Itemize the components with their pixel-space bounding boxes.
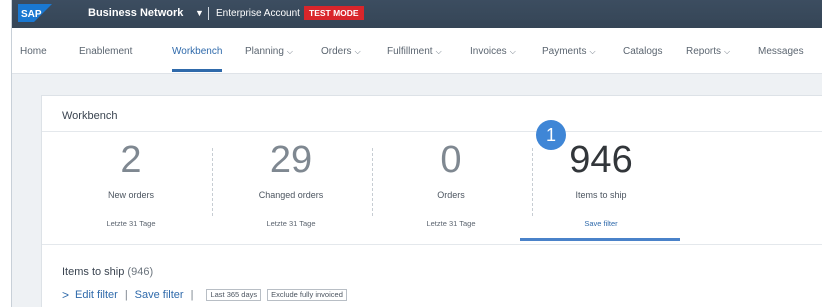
filter-chip-invoiced[interactable]: Exclude fully invoiced xyxy=(267,289,347,301)
tile-value: 0 xyxy=(440,139,462,181)
account-label: Enterprise Account xyxy=(216,8,300,19)
nav-home[interactable]: Home xyxy=(20,46,47,57)
chevron-down-icon: ⌵ xyxy=(509,47,516,56)
nav-label: Invoices xyxy=(470,46,507,57)
sap-logo[interactable]: SAP xyxy=(18,4,52,22)
callout-badge: 1 xyxy=(536,120,566,150)
workbench-card: Workbench 2 New orders Letzte 31 Tage 29… xyxy=(41,95,822,307)
card-divider xyxy=(42,244,822,245)
nav-workbench[interactable]: Workbench xyxy=(172,46,222,57)
save-filter-button[interactable]: Save filter xyxy=(135,289,184,301)
nav-enablement[interactable]: Enablement xyxy=(79,46,132,57)
nav-label: Orders xyxy=(321,46,352,57)
separator: | xyxy=(190,289,194,301)
tile-subtitle: Letzte 31 Tage xyxy=(106,219,156,228)
nav-label: Home xyxy=(20,46,47,57)
save-filter-link[interactable]: Save filter xyxy=(522,219,680,228)
nav-label: Enablement xyxy=(79,46,133,57)
nav-fulfillment[interactable]: Fulfillment ⌵ xyxy=(387,46,442,57)
test-mode-badge: TEST MODE xyxy=(304,6,364,20)
tile-new-orders[interactable]: 2 New orders Letzte 31 Tage xyxy=(52,138,210,236)
tile-label: New orders xyxy=(107,190,154,200)
edit-filter-link[interactable]: Edit filter xyxy=(75,289,118,301)
chevron-down-icon: ⌵ xyxy=(435,47,442,56)
chevron-down-icon: ⌵ xyxy=(286,47,293,56)
active-nav-indicator xyxy=(172,69,222,72)
tile-subtitle: Letzte 31 Tage xyxy=(266,219,316,228)
nav-invoices[interactable]: Invoices ⌵ xyxy=(470,46,516,57)
filter-row: > Edit filter | Save filter | Last 365 d… xyxy=(62,288,347,302)
card-title: Workbench xyxy=(62,110,118,122)
chevron-right-icon[interactable]: > xyxy=(62,288,69,302)
nav-planning[interactable]: Planning ⌵ xyxy=(245,46,293,57)
tile-items-to-ship[interactable]: 946 Items to ship Save filter xyxy=(522,138,680,236)
chevron-down-icon: ⌵ xyxy=(589,47,596,56)
tile-value: 2 xyxy=(120,139,142,181)
nav-label: Fulfillment xyxy=(387,46,433,57)
tile-changed-orders[interactable]: 29 Changed orders Letzte 31 Tage xyxy=(212,138,370,236)
nav-label: Workbench xyxy=(172,46,223,57)
shell-divider xyxy=(208,7,209,20)
nav-label: Catalogs xyxy=(623,46,663,57)
card-divider xyxy=(42,131,822,132)
app-window: SAP Business Network ▼ Enterprise Accoun… xyxy=(11,0,822,307)
nav-label: Reports xyxy=(686,46,722,57)
sap-logo-text: SAP xyxy=(21,9,42,20)
chevron-down-icon: ⌵ xyxy=(724,47,731,56)
chevron-down-icon: ⌵ xyxy=(354,47,361,56)
nav-label: Payments xyxy=(542,46,587,57)
main-nav: Home Enablement Workbench Planning ⌵ Orde… xyxy=(12,28,822,74)
nav-reports[interactable]: Reports ⌵ xyxy=(686,46,730,57)
app-title[interactable]: Business Network xyxy=(88,7,183,19)
tile-label: Items to ship xyxy=(575,190,627,200)
section-title-text: Items to ship xyxy=(62,266,125,278)
nav-payments[interactable]: Payments ⌵ xyxy=(542,46,596,57)
nav-label: Messages xyxy=(758,46,804,57)
filter-chip-date[interactable]: Last 365 days xyxy=(206,289,262,301)
nav-label: Planning xyxy=(245,46,284,57)
tile-orders[interactable]: 0 Orders Letzte 31 Tage xyxy=(372,138,530,236)
nav-orders[interactable]: Orders ⌵ xyxy=(321,46,361,57)
tile-label: Changed orders xyxy=(258,190,324,200)
shell-bar: SAP Business Network ▼ Enterprise Accoun… xyxy=(12,0,822,28)
nav-catalogs[interactable]: Catalogs xyxy=(623,46,662,57)
caret-down-icon[interactable]: ▼ xyxy=(195,8,204,18)
section-title: Items to ship (946) xyxy=(62,266,153,278)
active-tile-indicator xyxy=(520,238,680,241)
separator: | xyxy=(124,289,128,301)
nav-messages[interactable]: Messages xyxy=(758,46,804,57)
tile-value: 29 xyxy=(269,139,313,181)
section-count: (946) xyxy=(127,266,154,278)
tile-label: Orders xyxy=(437,190,465,200)
tile-subtitle: Letzte 31 Tage xyxy=(426,219,476,228)
